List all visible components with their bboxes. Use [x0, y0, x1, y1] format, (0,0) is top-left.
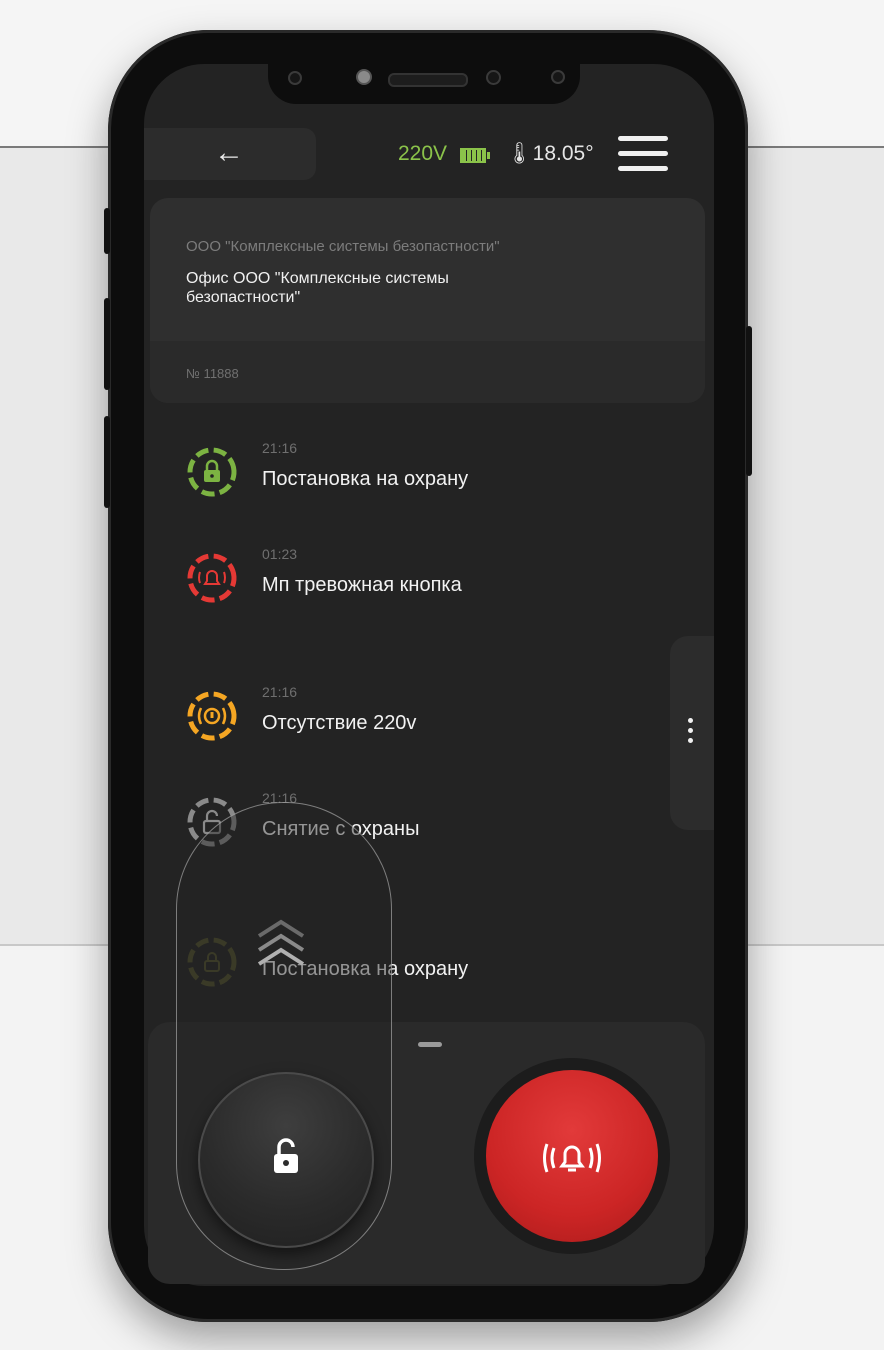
earpiece-speaker	[388, 73, 468, 87]
alarm-bell-icon	[542, 1134, 602, 1178]
phone-volume-up	[104, 298, 110, 390]
kebab-menu-icon[interactable]	[688, 718, 694, 748]
object-card[interactable]: ООО "Комплексные системы безопастности" …	[150, 198, 705, 403]
hamburger-menu-icon[interactable]	[618, 136, 668, 172]
event-time: 21:16	[262, 684, 298, 700]
object-number: № 11888	[186, 366, 239, 381]
side-drawer-handle[interactable]	[670, 636, 714, 830]
object-name: Офис ООО "Комплексные системы безопастно…	[186, 270, 449, 306]
sensor-icon	[288, 71, 302, 85]
battery-icon	[460, 148, 490, 163]
temperature-status: 🌡18.05°	[506, 142, 594, 165]
event-title: Отсутствие 220v	[262, 712, 417, 734]
chevron-up-icon	[256, 918, 306, 968]
event-item[interactable]: 21:16 Отсутствие 220v	[184, 684, 514, 746]
panel-drag-handle[interactable]	[418, 1042, 442, 1047]
power-warning-icon	[184, 688, 240, 744]
event-item[interactable]: 21:16 Постановка на охрану	[184, 440, 514, 502]
event-item[interactable]: 01:23 Мп тревожная кнопка	[184, 546, 514, 608]
alarm-bell-icon	[184, 550, 240, 606]
unlock-icon	[272, 1136, 300, 1176]
armed-lock-icon	[184, 444, 240, 500]
phone-power-button	[746, 326, 752, 476]
panic-alarm-button[interactable]	[486, 1070, 658, 1242]
event-title: Мп тревожная кнопка	[262, 574, 462, 596]
back-arrow-icon[interactable]: ←	[214, 138, 244, 168]
event-time: 21:16	[262, 440, 298, 456]
disarm-button[interactable]	[198, 1072, 374, 1248]
event-time: 01:23	[262, 546, 298, 562]
event-title: Постановка на охрану	[262, 468, 469, 490]
phone-mute-switch	[104, 208, 110, 254]
proximity-sensor-icon	[551, 70, 565, 84]
camera-icon	[356, 69, 372, 85]
phone-volume-down	[104, 416, 110, 508]
front-camera-icon	[486, 70, 501, 85]
voltage-status: 220V	[398, 142, 448, 165]
company-name: ООО "Комплексные системы безопастности"	[186, 238, 500, 255]
